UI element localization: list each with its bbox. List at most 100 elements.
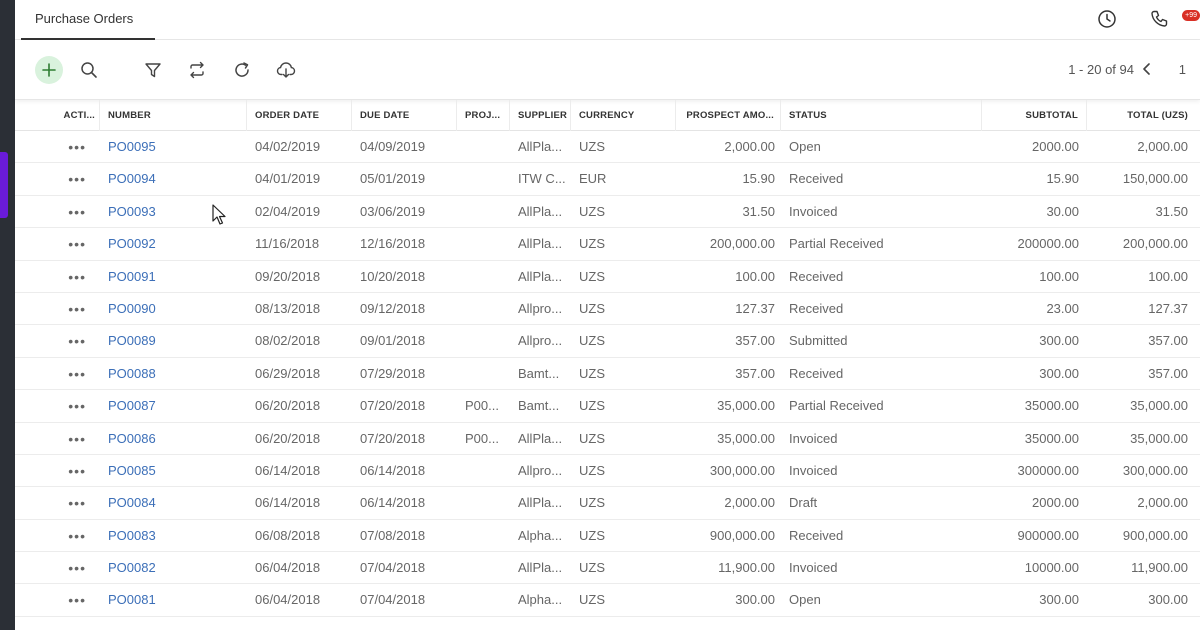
currency-cell: UZS: [579, 462, 605, 478]
po-number-link[interactable]: PO0094: [100, 163, 247, 195]
row-actions-menu[interactable]: •••: [15, 423, 100, 455]
row-actions-menu[interactable]: •••: [15, 455, 100, 487]
column-header-status[interactable]: STATUS: [781, 100, 982, 131]
order-date-cell: 02/04/2019: [255, 203, 321, 219]
row-actions-menu[interactable]: •••: [15, 552, 100, 584]
table-row[interactable]: ••• PO0082 06/04/2018 07/04/2018 AllPla... UZ…: [15, 552, 1200, 585]
subtotal-cell: 35000.00: [1024, 398, 1079, 414]
total-cell: 2,000.00: [1137, 495, 1188, 511]
row-actions-menu[interactable]: •••: [15, 163, 100, 195]
table-row[interactable]: ••• PO0083 06/08/2018 07/08/2018 Alpha... UZS…: [15, 520, 1200, 553]
total-cell: 200,000.00: [1122, 236, 1188, 252]
due-date-cell: 09/12/2018: [360, 300, 426, 316]
table-row[interactable]: ••• PO0093 02/04/2019 03/06/2019 AllPla... UZ…: [15, 196, 1200, 229]
table-row[interactable]: ••• PO0086 06/20/2018 07/20/2018 P00... AllPl…: [15, 423, 1200, 455]
row-actions-menu[interactable]: •••: [15, 131, 100, 163]
prospect-amount-cell: 31.50: [742, 203, 775, 219]
table-row[interactable]: ••• PO0094 04/01/2019 05/01/2019 ITW C... EUR…: [15, 163, 1200, 196]
download-button[interactable]: [273, 57, 299, 83]
column-header-supplier[interactable]: SUPPLIER: [510, 100, 571, 131]
column-header-order-date[interactable]: ORDER DATE: [247, 100, 352, 131]
status-cell: Open: [789, 139, 821, 154]
column-header-prospect-amount[interactable]: PROSPECT AMO...: [676, 100, 781, 131]
table-row[interactable]: ••• PO0088 06/29/2018 07/29/2018 Bamt... UZS 3…: [15, 358, 1200, 391]
currency-cell: EUR: [579, 171, 607, 187]
subtotal-cell: 100.00: [1039, 268, 1079, 284]
app-main: Purchase Orders +99 1 - 20 of 94 1 ACTI.…: [15, 0, 1200, 630]
row-actions-menu[interactable]: •••: [15, 390, 100, 422]
column-header-due-date[interactable]: DUE DATE: [352, 100, 457, 131]
status-cell: Invoiced: [789, 430, 838, 446]
table-row[interactable]: ••• PO0095 04/02/2019 04/09/2019 AllPla... UZ…: [15, 131, 1200, 164]
table-row[interactable]: ••• PO0089 08/02/2018 09/01/2018 Allpro... UZ…: [15, 325, 1200, 358]
prospect-amount-cell: 15.90: [742, 171, 775, 187]
row-actions-menu[interactable]: •••: [15, 358, 100, 390]
order-date-cell: 09/20/2018: [255, 268, 321, 284]
clock-icon[interactable]: [1096, 8, 1118, 30]
po-number-link[interactable]: PO0091: [100, 261, 247, 293]
total-cell: 127.37: [1148, 300, 1188, 316]
prospect-amount-cell: 357.00: [735, 333, 775, 349]
status-cell: Draft: [789, 495, 818, 511]
po-number-link[interactable]: PO0090: [100, 293, 247, 325]
row-actions-menu[interactable]: •••: [15, 196, 100, 228]
sync-button[interactable]: [184, 57, 210, 83]
currency-cell: UZS: [579, 236, 605, 252]
subtotal-cell: 23.00: [1046, 300, 1079, 316]
phone-icon[interactable]: [1148, 8, 1170, 30]
subtotal-cell: 2000.00: [1032, 495, 1079, 511]
po-number-link[interactable]: PO0082: [100, 552, 247, 584]
supplier-cell: Allpro...: [518, 462, 563, 478]
currency-cell: UZS: [579, 495, 605, 511]
cloud-download-icon: [276, 62, 296, 78]
prospect-amount-cell: 35,000.00: [717, 430, 775, 446]
search-button[interactable]: [76, 57, 102, 83]
table-body: ••• PO0095 04/02/2019 04/09/2019 AllPla... UZ…: [15, 131, 1200, 617]
column-header-currency[interactable]: CURRENCY: [571, 100, 676, 131]
table-row[interactable]: ••• PO0081 06/04/2018 07/04/2018 Alpha... UZS…: [15, 584, 1200, 617]
table-row[interactable]: ••• PO0092 11/16/2018 12/16/2018 AllPla... UZ…: [15, 228, 1200, 261]
po-number-link[interactable]: PO0085: [100, 455, 247, 487]
row-actions-menu[interactable]: •••: [15, 520, 100, 552]
subtotal-cell: 300.00: [1039, 333, 1079, 349]
pager-prev-button[interactable]: [1138, 59, 1156, 79]
toolbar: 1 - 20 of 94 1: [15, 40, 1200, 100]
column-header-subtotal[interactable]: SUBTOTAL: [982, 100, 1087, 131]
po-number-link[interactable]: PO0083: [100, 520, 247, 552]
po-number-link[interactable]: PO0087: [100, 390, 247, 422]
row-actions-menu[interactable]: •••: [15, 228, 100, 260]
filter-button[interactable]: [140, 57, 166, 83]
tab-purchase-orders[interactable]: Purchase Orders: [21, 0, 155, 40]
supplier-cell: AllPla...: [518, 560, 563, 576]
column-header-actions[interactable]: ACTI...: [15, 100, 100, 131]
po-number-link[interactable]: PO0089: [100, 325, 247, 357]
po-number-link[interactable]: PO0095: [100, 131, 247, 163]
table-row[interactable]: ••• PO0085 06/14/2018 06/14/2018 Allpro... UZ…: [15, 455, 1200, 488]
row-actions-menu[interactable]: •••: [15, 261, 100, 293]
due-date-cell: 05/01/2019: [360, 171, 426, 187]
row-actions-menu[interactable]: •••: [15, 584, 100, 616]
table-row[interactable]: ••• PO0091 09/20/2018 10/20/2018 AllPla... UZ…: [15, 261, 1200, 293]
column-header-project[interactable]: PROJ...: [457, 100, 510, 131]
pager-page-number[interactable]: 1: [1179, 62, 1186, 77]
po-number-link[interactable]: PO0086: [100, 423, 247, 455]
table-row[interactable]: ••• PO0087 06/20/2018 07/20/2018 P00... Bamt.…: [15, 390, 1200, 423]
row-actions-menu[interactable]: •••: [15, 325, 100, 357]
swap-arrows-icon: [190, 61, 204, 79]
row-actions-menu[interactable]: •••: [15, 487, 100, 519]
table-row[interactable]: ••• PO0084 06/14/2018 06/14/2018 AllPla... UZ…: [15, 487, 1200, 520]
search-icon: [81, 62, 97, 78]
supplier-cell: AllPla...: [518, 495, 563, 511]
column-header-number[interactable]: NUMBER: [100, 100, 247, 131]
po-number-link[interactable]: PO0084: [100, 487, 247, 519]
refresh-button[interactable]: [229, 57, 255, 83]
notifications-icon[interactable]: +99: [1180, 8, 1200, 30]
filter-icon: [145, 63, 161, 78]
column-header-total[interactable]: TOTAL (UZS): [1087, 100, 1200, 131]
po-number-link[interactable]: PO0081: [100, 584, 247, 616]
add-button[interactable]: [35, 56, 63, 84]
po-number-link[interactable]: PO0088: [100, 358, 247, 390]
row-actions-menu[interactable]: •••: [15, 293, 100, 325]
po-number-link[interactable]: PO0092: [100, 228, 247, 260]
table-row[interactable]: ••• PO0090 08/13/2018 09/12/2018 Allpro... UZ…: [15, 293, 1200, 326]
